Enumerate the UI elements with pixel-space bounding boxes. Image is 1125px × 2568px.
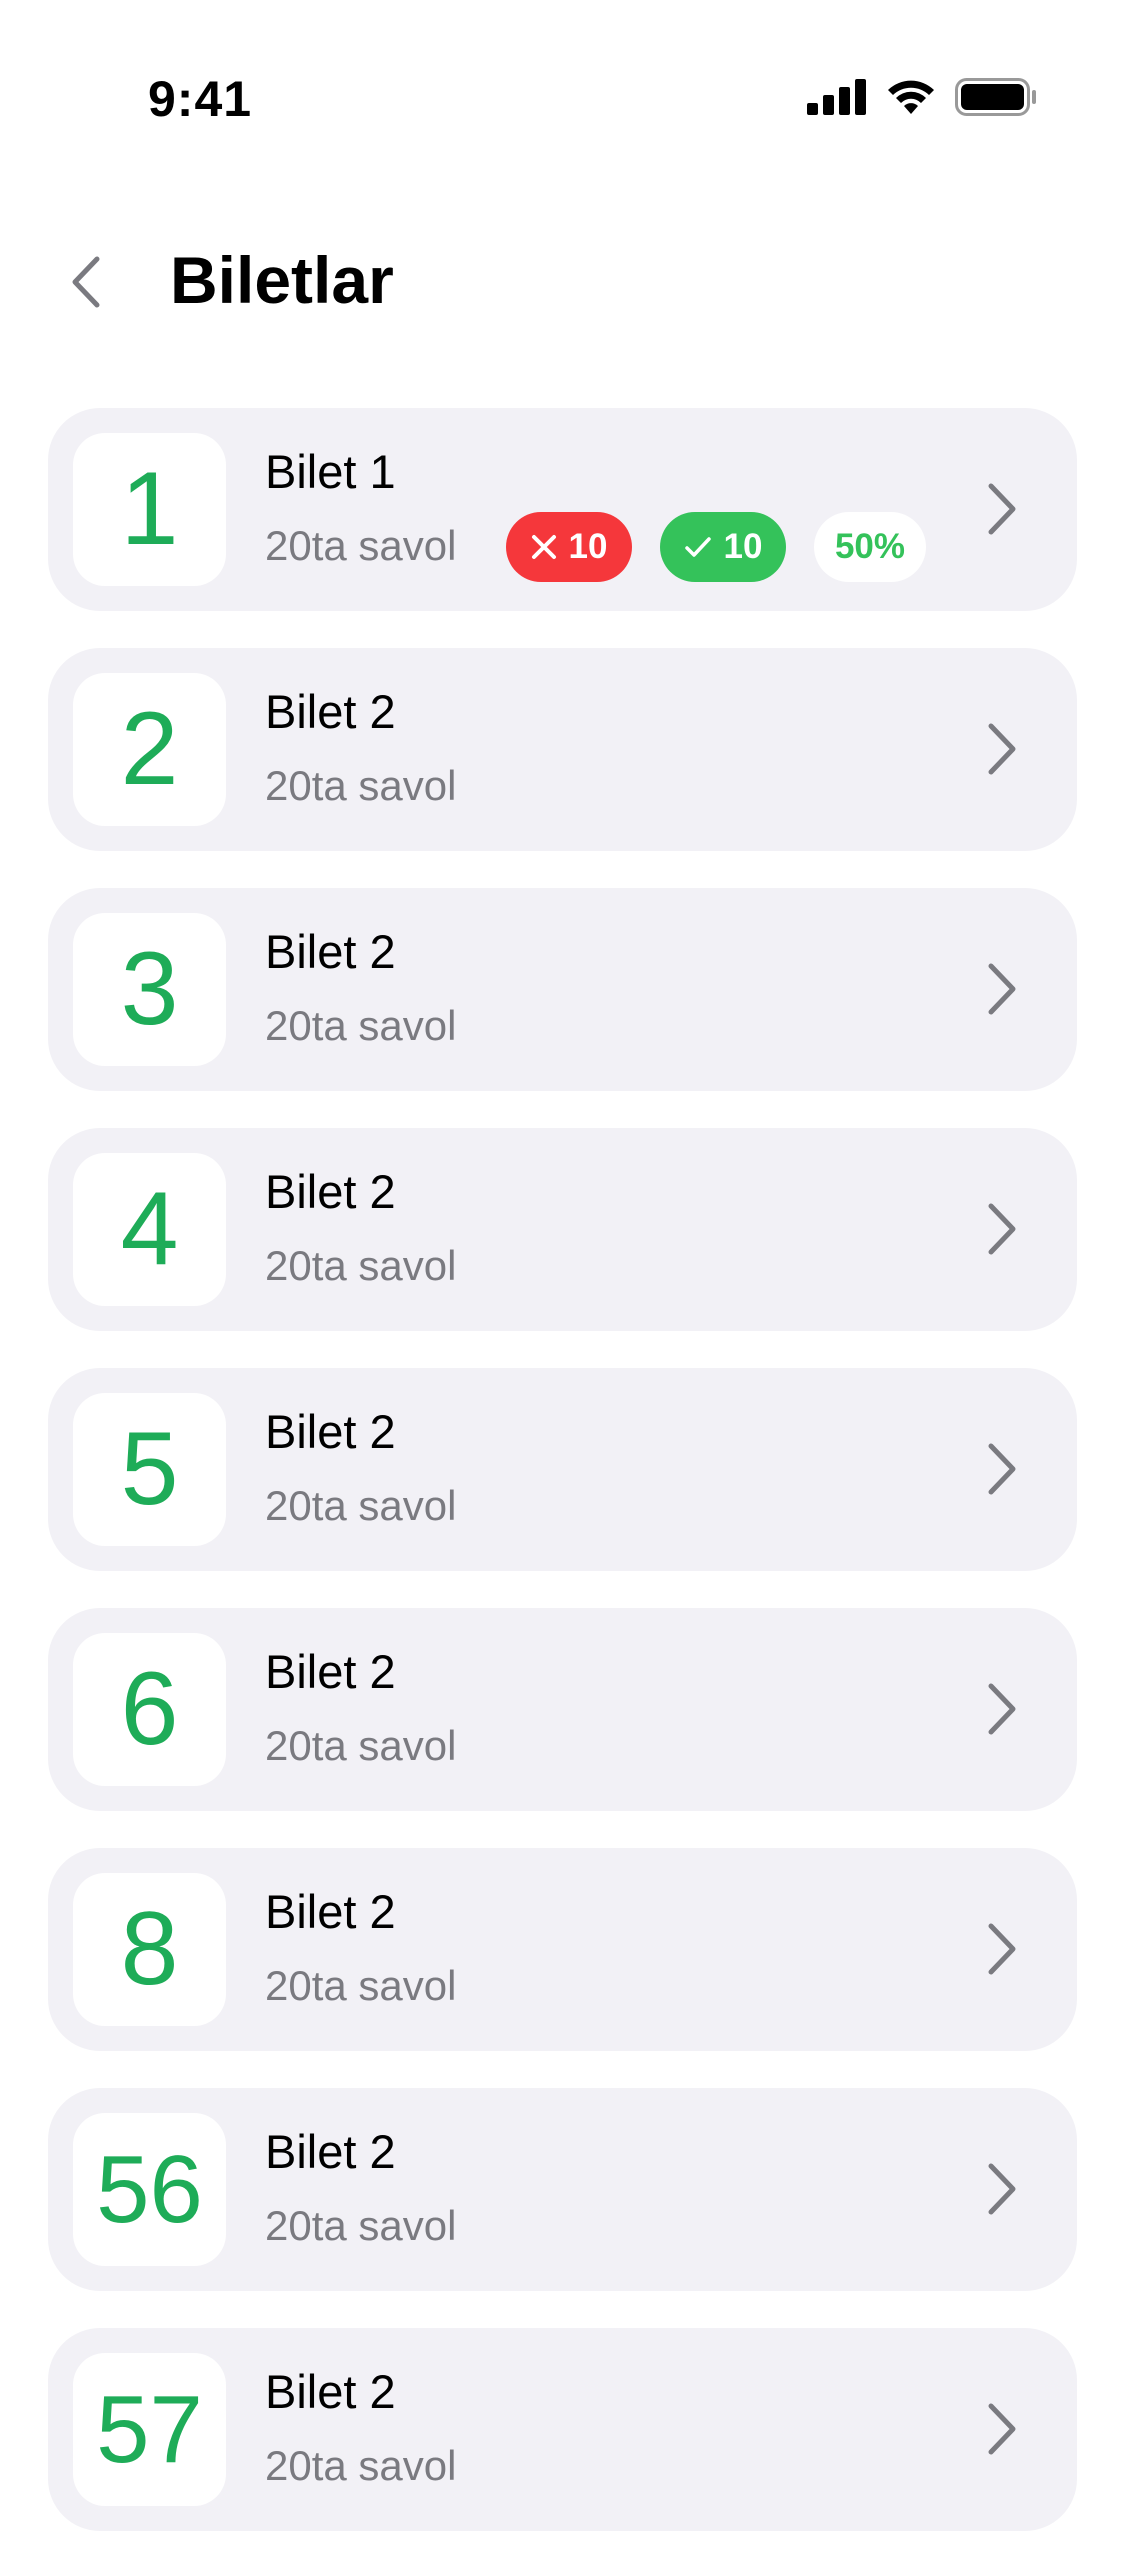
chevron-right-icon (988, 1923, 1016, 1975)
wifi-icon (888, 80, 934, 114)
ticket-subtitle: 20ta savol (265, 1002, 457, 1049)
ticket-title: Bilet 2 (265, 1645, 396, 1698)
ticket-number: 4 (73, 1153, 226, 1306)
ticket-subtitle: 20ta savol (265, 1242, 457, 1289)
ticket-card[interactable]: 8 Bilet 2 20ta savol (48, 1848, 1077, 2051)
ticket-number: 57 (73, 2353, 226, 2506)
ticket-subtitle: 20ta savol (265, 2202, 457, 2249)
correct-count: 10 (723, 527, 763, 566)
ticket-title: Bilet 2 (265, 925, 396, 978)
ticket-number: 2 (73, 673, 226, 826)
status-time: 9:41 (148, 71, 253, 127)
ticket-number: 5 (73, 1393, 226, 1546)
x-icon (531, 535, 556, 559)
chevron-left-icon (72, 256, 100, 308)
ticket-title: Bilet 2 (265, 1885, 396, 1938)
ticket-list: 1 Bilet 1 20ta savol 10 10 50% 2 Bilet 2 (48, 408, 1077, 2568)
battery-icon (955, 78, 1036, 116)
ticket-title: Bilet 2 (265, 1405, 396, 1458)
status-bar: 9:41 (0, 0, 1125, 140)
ticket-number: 6 (73, 1633, 226, 1786)
ticket-title: Bilet 2 (265, 1165, 396, 1218)
correct-count-badge: 10 (660, 512, 786, 582)
chevron-right-icon (988, 1443, 1016, 1495)
ticket-result-badges: 10 10 50% (506, 512, 926, 582)
ticket-title: Bilet 2 (265, 2365, 396, 2418)
ticket-title: Bilet 2 (265, 2125, 396, 2178)
ticket-card[interactable]: 1 Bilet 1 20ta savol 10 10 50% (48, 408, 1077, 611)
header: Biletlar (0, 220, 1125, 340)
chevron-right-icon (988, 1683, 1016, 1735)
ticket-card[interactable]: 4 Bilet 2 20ta savol (48, 1128, 1077, 1331)
chevron-right-icon (988, 2163, 1016, 2215)
ticket-subtitle: 20ta savol (265, 762, 457, 809)
page-title: Biletlar (170, 243, 394, 317)
wrong-count: 10 (568, 527, 608, 566)
ticket-card[interactable]: 3 Bilet 2 20ta savol (48, 888, 1077, 1091)
ticket-subtitle: 20ta savol (265, 522, 457, 569)
ticket-card[interactable]: 2 Bilet 2 20ta savol (48, 648, 1077, 851)
ticket-title: Bilet 2 (265, 685, 396, 738)
ticket-card[interactable]: 57 Bilet 2 20ta savol (48, 2328, 1077, 2531)
chevron-right-icon (988, 723, 1016, 775)
ticket-number: 56 (73, 2113, 226, 2266)
chevron-right-icon (988, 963, 1016, 1015)
ticket-card[interactable]: 56 Bilet 2 20ta savol (48, 2088, 1077, 2291)
back-button[interactable] (60, 250, 112, 314)
chevron-right-icon (988, 483, 1016, 535)
chevron-right-icon (988, 2403, 1016, 2455)
score-percent-badge: 50% (814, 512, 926, 582)
ticket-subtitle: 20ta savol (265, 2442, 457, 2489)
ticket-subtitle: 20ta savol (265, 1722, 457, 1769)
wrong-count-badge: 10 (506, 512, 632, 582)
chevron-right-icon (988, 1203, 1016, 1255)
ticket-number: 8 (73, 1873, 226, 2026)
check-icon (684, 537, 711, 557)
ticket-number: 1 (73, 433, 226, 586)
cellular-signal-icon (807, 79, 866, 115)
ticket-title: Bilet 1 (265, 445, 396, 498)
ticket-subtitle: 20ta savol (265, 1962, 457, 2009)
ticket-number: 3 (73, 913, 226, 1066)
status-icons (807, 78, 1037, 116)
ticket-card[interactable]: 6 Bilet 2 20ta savol (48, 1608, 1077, 1811)
ticket-subtitle: 20ta savol (265, 1482, 457, 1529)
ticket-card[interactable]: 5 Bilet 2 20ta savol (48, 1368, 1077, 1571)
